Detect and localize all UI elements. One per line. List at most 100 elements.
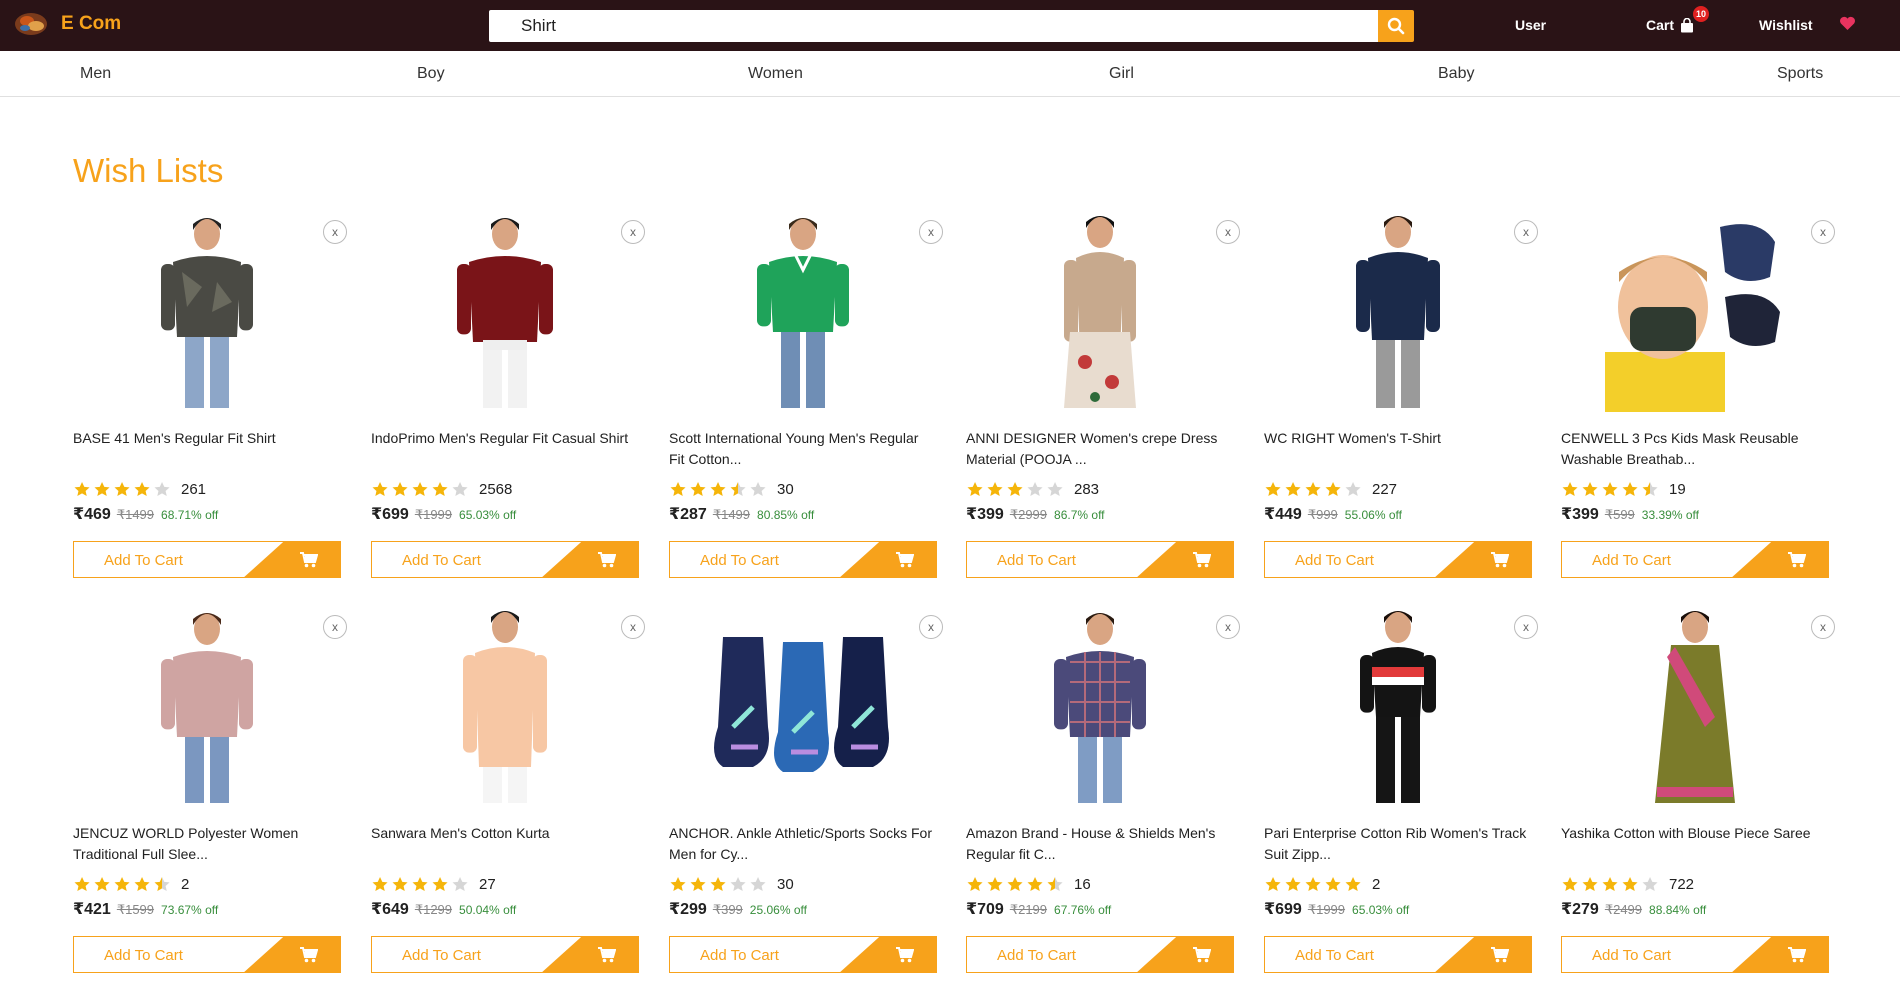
category-sports[interactable]: Sports (1777, 65, 1823, 83)
remove-button[interactable]: x (1514, 615, 1538, 639)
wishlist-card[interactable]: x Scott International Young Men's Regula… (669, 210, 943, 605)
product-image[interactable] (1561, 210, 1829, 414)
rating-count: 261 (181, 480, 207, 498)
product-price: ₹709 ₹2199 67.76% off (966, 899, 1111, 919)
product-title[interactable]: Sanwara Men's Cotton Kurta (371, 823, 639, 844)
wishlist-card[interactable]: x IndoPrimo Men's Regular Fit Casual Shi… (371, 210, 645, 605)
remove-button[interactable]: x (1514, 220, 1538, 244)
page-title: Wish Lists (73, 152, 224, 189)
category-girl[interactable]: Girl (1109, 65, 1134, 83)
remove-button[interactable]: x (1811, 615, 1835, 639)
product-title[interactable]: CENWELL 3 Pcs Kids Mask Reusable Washabl… (1561, 428, 1829, 470)
product-title[interactable]: ANCHOR. Ankle Athletic/Sports Socks For … (669, 823, 937, 865)
add-to-cart-button[interactable]: Add To Cart (669, 936, 937, 973)
product-image[interactable] (1264, 210, 1532, 414)
product-image[interactable] (371, 210, 639, 414)
add-to-cart-label: Add To Cart (1295, 947, 1374, 964)
remove-button[interactable]: x (621, 615, 645, 639)
heart-icon[interactable] (1839, 16, 1856, 31)
add-to-cart-button[interactable]: Add To Cart (1561, 936, 1829, 973)
add-to-cart-button[interactable]: Add To Cart (669, 541, 937, 578)
product-title[interactable]: Amazon Brand - House & Shields Men's Reg… (966, 823, 1234, 865)
current-price: ₹287 (669, 506, 707, 523)
product-image[interactable] (73, 605, 341, 809)
wishlist-card[interactable]: x Amazon Brand - House & Shields Men's R… (966, 605, 1240, 1000)
add-to-cart-label: Add To Cart (402, 552, 481, 569)
product-image[interactable] (1264, 605, 1532, 809)
star-icon (1641, 481, 1660, 497)
product-title[interactable]: BASE 41 Men's Regular Fit Shirt (73, 428, 341, 449)
category-baby[interactable]: Baby (1438, 65, 1474, 83)
category-boy[interactable]: Boy (417, 65, 445, 83)
add-to-cart-button[interactable]: Add To Cart (1561, 541, 1829, 578)
search-input[interactable] (489, 10, 1381, 42)
star-icon (93, 876, 112, 892)
wishlist-card[interactable]: x JENCUZ WORLD Polyester Women Tradition… (73, 605, 347, 1000)
star-icon (153, 481, 172, 497)
product-title[interactable]: JENCUZ WORLD Polyester Women Traditional… (73, 823, 341, 865)
product-image[interactable] (73, 210, 341, 414)
star-icon (1581, 876, 1600, 892)
wishlist-link[interactable]: Wishlist (1759, 17, 1813, 33)
user-link[interactable]: User (1515, 17, 1546, 33)
product-price: ₹421 ₹1599 73.67% off (73, 899, 218, 919)
brand-name[interactable]: E Com (61, 13, 121, 35)
add-to-cart-button[interactable]: Add To Cart (73, 936, 341, 973)
add-to-cart-button[interactable]: Add To Cart (1264, 936, 1532, 973)
remove-button[interactable]: x (1216, 615, 1240, 639)
wishlist-card[interactable]: x BASE 41 Men's Regular Fit Shirt 261 ₹4… (73, 210, 347, 605)
brand-logo-icon[interactable] (13, 10, 49, 39)
product-image[interactable] (669, 210, 937, 414)
wishlist-card[interactable]: x ANCHOR. Ankle Athletic/Sports Socks Fo… (669, 605, 943, 1000)
discount-label: 68.71% off (161, 508, 219, 522)
remove-button[interactable]: x (323, 220, 347, 244)
rating-count: 2 (181, 875, 190, 893)
cart-icon (598, 947, 616, 963)
discount-label: 65.03% off (1352, 903, 1410, 917)
product-title[interactable]: Scott International Young Men's Regular … (669, 428, 937, 470)
wishlist-card[interactable]: x WC RIGHT Women's T-Shirt 227 ₹449 ₹999… (1264, 210, 1538, 605)
add-to-cart-label: Add To Cart (402, 947, 481, 964)
cart-link[interactable]: Cart (1646, 17, 1694, 33)
product-price: ₹399 ₹2999 86.7% off (966, 504, 1105, 524)
wishlist-card[interactable]: x CENWELL 3 Pcs Kids Mask Reusable Washa… (1561, 210, 1835, 605)
category-men[interactable]: Men (80, 65, 111, 83)
discount-label: 67.76% off (1054, 903, 1112, 917)
star-icon (1304, 876, 1323, 892)
star-icon (73, 481, 92, 497)
product-image[interactable] (966, 605, 1234, 809)
add-to-cart-button[interactable]: Add To Cart (966, 936, 1234, 973)
product-image[interactable] (1561, 605, 1829, 809)
star-icon (986, 481, 1005, 497)
button-accent (1730, 542, 1828, 577)
category-women[interactable]: Women (748, 65, 803, 83)
remove-button[interactable]: x (919, 615, 943, 639)
add-to-cart-button[interactable]: Add To Cart (371, 541, 639, 578)
product-image[interactable] (371, 605, 639, 809)
remove-button[interactable]: x (323, 615, 347, 639)
original-price: ₹1999 (414, 507, 453, 522)
wishlist-card[interactable]: x Sanwara Men's Cotton Kurta 27 ₹649 ₹12… (371, 605, 645, 1000)
product-title[interactable]: IndoPrimo Men's Regular Fit Casual Shirt (371, 428, 639, 449)
add-to-cart-button[interactable]: Add To Cart (371, 936, 639, 973)
remove-button[interactable]: x (1216, 220, 1240, 244)
product-title[interactable]: WC RIGHT Women's T-Shirt (1264, 428, 1532, 449)
product-image[interactable] (966, 210, 1234, 414)
wishlist-card[interactable]: x ANNI DESIGNER Women's crepe Dress Mate… (966, 210, 1240, 605)
add-to-cart-button[interactable]: Add To Cart (966, 541, 1234, 578)
add-to-cart-button[interactable]: Add To Cart (73, 541, 341, 578)
product-title[interactable]: Pari Enterprise Cotton Rib Women's Track… (1264, 823, 1532, 865)
search-button[interactable] (1378, 10, 1414, 42)
star-icon (451, 876, 470, 892)
remove-button[interactable]: x (621, 220, 645, 244)
remove-button[interactable]: x (1811, 220, 1835, 244)
product-title[interactable]: Yashika Cotton with Blouse Piece Saree (1561, 823, 1829, 844)
rating-count: 227 (1372, 480, 1398, 498)
product-title[interactable]: ANNI DESIGNER Women's crepe Dress Materi… (966, 428, 1234, 470)
remove-button[interactable]: x (919, 220, 943, 244)
product-image[interactable] (669, 605, 937, 809)
star-icon (1006, 876, 1025, 892)
add-to-cart-button[interactable]: Add To Cart (1264, 541, 1532, 578)
wishlist-card[interactable]: x Pari Enterprise Cotton Rib Women's Tra… (1264, 605, 1538, 1000)
wishlist-card[interactable]: x Yashika Cotton with Blouse Piece Saree… (1561, 605, 1835, 1000)
